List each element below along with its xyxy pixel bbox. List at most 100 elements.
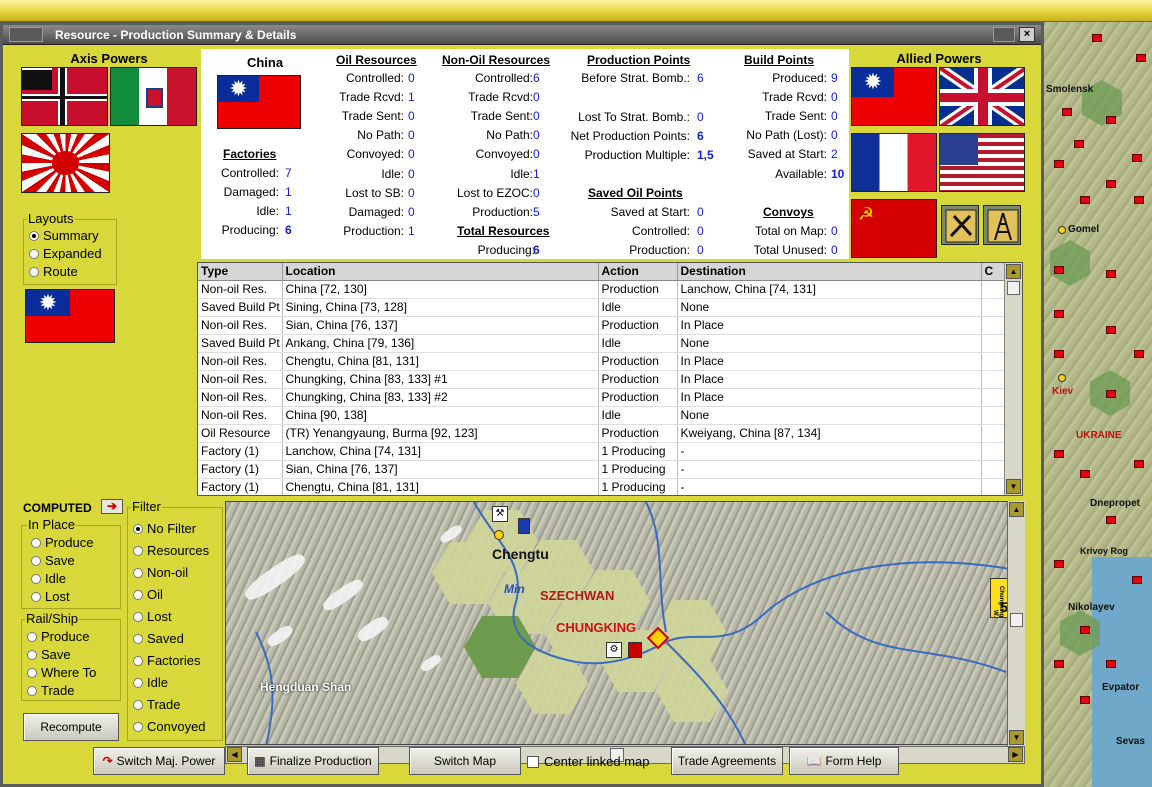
table-row[interactable]: Saved Build Pt Ankang, China [79, 136] Idl… xyxy=(198,334,1005,353)
filter-factories-radio[interactable]: Factories xyxy=(133,653,200,668)
inplace-lost-radio[interactable]: Lost xyxy=(31,589,70,604)
scroll-down-icon[interactable]: ▼ xyxy=(1006,479,1021,494)
filter-no-filter-radio[interactable]: No Filter xyxy=(133,521,196,536)
unit-counter[interactable] xyxy=(1132,576,1142,584)
unit-counter[interactable] xyxy=(1080,626,1090,634)
unit-counter[interactable] xyxy=(1106,270,1116,278)
inplace-save-radio[interactable]: Save xyxy=(31,553,75,568)
unit-counter[interactable] xyxy=(1062,108,1072,116)
railship-whereto-radio[interactable]: Where To xyxy=(27,665,96,680)
oil-derrick-icon[interactable] xyxy=(983,205,1021,245)
table-row[interactable]: Non-oil Res. China [90, 138] Idle None xyxy=(198,406,1005,425)
unit-counter[interactable] xyxy=(1134,196,1144,204)
unit-counter[interactable] xyxy=(1106,516,1116,524)
window-titlebar[interactable]: Resource - Production Summary & Details … xyxy=(3,25,1041,45)
unit-counter[interactable] xyxy=(1080,696,1090,704)
derrick-icon[interactable] xyxy=(518,518,530,534)
unit-counter[interactable] xyxy=(1080,470,1090,478)
computed-arrow-icon[interactable]: ➔ xyxy=(101,499,123,514)
railship-save-radio[interactable]: Save xyxy=(27,647,71,662)
unit-counter[interactable] xyxy=(1054,660,1064,668)
unit-counter[interactable] xyxy=(1054,350,1064,358)
table-row[interactable]: Non-oil Res. China [72, 130] Production Lan… xyxy=(198,280,1005,299)
layout-route-radio[interactable]: Route xyxy=(29,264,78,279)
scroll-thumb[interactable] xyxy=(1007,281,1020,295)
trade-agreements-button[interactable]: Trade Agreements xyxy=(671,747,783,775)
unit-counter[interactable] xyxy=(1106,390,1116,398)
filter-saved-radio[interactable]: Saved xyxy=(133,631,184,646)
table-row[interactable]: Oil Resource (TR) Yenangyaung, Burma [92,… xyxy=(198,424,1005,443)
factory-icon[interactable]: ⚙ xyxy=(606,642,622,658)
column-header-location[interactable]: Location xyxy=(282,263,599,281)
unit-counter[interactable] xyxy=(1106,180,1116,188)
germany-flag[interactable] xyxy=(21,67,108,126)
railship-produce-radio[interactable]: Produce xyxy=(27,629,89,644)
center-linked-checkbox[interactable] xyxy=(527,756,539,768)
layout-expanded-radio[interactable]: Expanded xyxy=(29,246,102,261)
scroll-up-icon[interactable]: ▲ xyxy=(1006,264,1021,279)
mine-icon[interactable]: ⚒ xyxy=(492,506,508,522)
unit-counter[interactable] xyxy=(1054,266,1064,274)
unit-counter[interactable] xyxy=(1054,160,1064,168)
column-header-type[interactable]: Type xyxy=(198,263,283,281)
table-row[interactable]: Non-oil Res. Chungking, China [83, 133] #… xyxy=(198,370,1005,389)
table-vertical-scrollbar[interactable]: ▲ ▼ xyxy=(1004,263,1022,495)
unit-counter[interactable] xyxy=(1054,450,1064,458)
table-row[interactable]: Non-oil Res. Sian, China [76, 137] Product… xyxy=(198,316,1005,335)
unit-counter[interactable] xyxy=(1106,660,1116,668)
unit-counter[interactable] xyxy=(1134,350,1144,358)
unit-counter[interactable] xyxy=(1054,310,1064,318)
finalize-production-button[interactable]: ▦ Finalize Production xyxy=(247,747,379,775)
unit-counter[interactable] xyxy=(1080,196,1090,204)
scroll-left-icon[interactable]: ◀ xyxy=(227,747,242,762)
column-header-destination[interactable]: Destination xyxy=(677,263,982,281)
uk-flag[interactable] xyxy=(939,67,1025,126)
form-help-button[interactable]: 📖 Form Help xyxy=(789,747,899,775)
filter-oil-radio[interactable]: Oil xyxy=(133,587,163,602)
column-header-action[interactable]: Action xyxy=(598,263,678,281)
unit-counter[interactable] xyxy=(1132,154,1142,162)
usa-flag[interactable] xyxy=(939,133,1025,192)
scroll-down-icon[interactable]: ▼ xyxy=(1009,730,1024,745)
table-row[interactable]: Factory (1) Lanchow, China [74, 131] 1 Pro… xyxy=(198,442,1005,461)
map-vertical-scrollbar[interactable]: ▲ ▼ xyxy=(1007,501,1025,746)
unit-counter[interactable] xyxy=(1092,34,1102,42)
unit-counter[interactable] xyxy=(1074,140,1084,148)
filter-idle-radio[interactable]: Idle xyxy=(133,675,168,690)
window-menu-icon[interactable] xyxy=(9,27,43,42)
chengtu-city-icon[interactable] xyxy=(494,530,504,540)
local-map[interactable]: ⚒ Chengtu Min SZECHWAN CHUNGKING ⚙ Hengd… xyxy=(225,501,1025,745)
close-button[interactable]: × xyxy=(1019,27,1035,42)
background-map[interactable]: Smolensk Gomel Kiev UKRAINE Dnepropet Kr… xyxy=(1040,20,1152,787)
switch-major-power-button[interactable]: ↷ Switch Maj. Power xyxy=(93,747,225,775)
table-row[interactable]: Factory (1) Chengtu, China [81, 131] 1 Pro… xyxy=(198,478,1005,495)
france-flag[interactable] xyxy=(851,133,937,192)
layout-summary-radio[interactable]: Summary xyxy=(29,228,99,243)
filter-non-oil-radio[interactable]: Non-oil xyxy=(133,565,188,580)
filter-convoyed-radio[interactable]: Convoyed xyxy=(133,719,206,734)
recompute-button[interactable]: Recompute xyxy=(23,713,119,741)
inplace-idle-radio[interactable]: Idle xyxy=(31,571,66,586)
unit-counter[interactable] xyxy=(1106,326,1116,334)
table-row[interactable]: Factory (1) Sian, China [76, 137] 1 Produc… xyxy=(198,460,1005,479)
window-restore-icon[interactable] xyxy=(993,27,1015,42)
mine-resource-icon[interactable] xyxy=(941,205,979,245)
china-allied-flag[interactable]: ✹ xyxy=(851,67,937,126)
table-row[interactable]: Non-oil Res. Chengtu, China [81, 131] Prod… xyxy=(198,352,1005,371)
unit-counter[interactable] xyxy=(1134,460,1144,468)
table-row[interactable]: Non-oil Res. Chungking, China [83, 133] #… xyxy=(198,388,1005,407)
japan-flag[interactable] xyxy=(21,133,110,193)
unit-counter[interactable] xyxy=(1136,54,1146,62)
switch-map-button[interactable]: Switch Map xyxy=(409,747,521,775)
unit-counter[interactable] xyxy=(1106,116,1116,124)
scroll-thumb[interactable] xyxy=(1010,613,1023,627)
filter-lost-radio[interactable]: Lost xyxy=(133,609,172,624)
unit-counter[interactable] xyxy=(1054,560,1064,568)
railship-trade-radio[interactable]: Trade xyxy=(27,683,74,698)
filter-resources-radio[interactable]: Resources xyxy=(133,543,209,558)
italy-flag[interactable] xyxy=(110,67,197,126)
inplace-produce-radio[interactable]: Produce xyxy=(31,535,93,550)
resource-counter-icon[interactable] xyxy=(628,642,642,658)
table-row[interactable]: Saved Build Pt Sining, China [73, 128] Idl… xyxy=(198,298,1005,317)
scroll-right-icon[interactable]: ▶ xyxy=(1008,747,1023,762)
